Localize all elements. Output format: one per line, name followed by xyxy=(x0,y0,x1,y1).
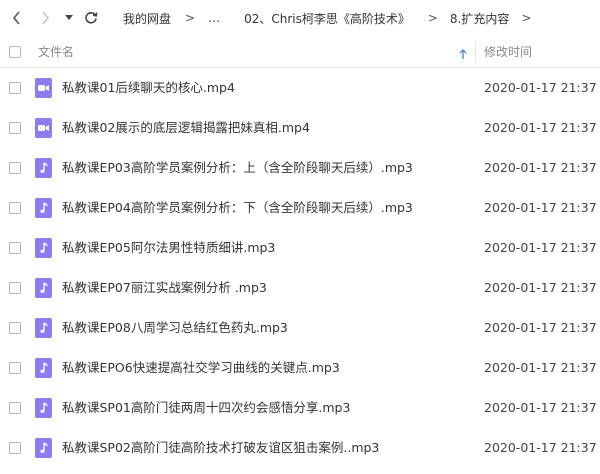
audio-file-icon xyxy=(35,358,52,378)
file-name[interactable]: 私教课EPO6快速提高社交学习曲线的关键点.mp3 xyxy=(62,348,340,388)
file-modified-time: 2020-01-17 21:37 xyxy=(484,240,597,255)
file-row[interactable]: 私教课SP02高阶门徒高阶技术打破友谊区狙击案例..mp3 2020-01-17 … xyxy=(0,428,600,468)
file-name[interactable]: 私教课01后续聊天的核心.mp4 xyxy=(62,68,235,108)
column-header-filename[interactable]: 文件名 xyxy=(38,36,74,68)
breadcrumb-course-folder[interactable]: 02、Chris柯李思《高阶技术》 xyxy=(244,10,410,27)
file-row[interactable]: 私教课EPO6快速提高社交学习曲线的关键点.mp3 2020-01-17 21:3… xyxy=(0,348,600,388)
breadcrumb-separator: > xyxy=(427,11,438,25)
file-name[interactable]: 私教课SP02高阶门徒高阶技术打破友谊区狙击案例..mp3 xyxy=(62,428,379,468)
audio-file-icon xyxy=(35,198,52,218)
back-button[interactable] xyxy=(6,7,28,29)
sort-ascending-icon[interactable] xyxy=(459,45,467,64)
forward-button[interactable] xyxy=(34,7,56,29)
file-row[interactable]: 私教课01后续聊天的核心.mp4 2020-01-17 21:37 xyxy=(0,68,600,108)
file-modified-time: 2020-01-17 21:37 xyxy=(484,440,597,455)
file-name[interactable]: 私教课EP08八周学习总结红色药丸.mp3 xyxy=(62,308,288,348)
file-row[interactable]: 私教课02展示的底层逻辑揭露把妹真相.mp4 2020-01-17 21:37 xyxy=(0,108,600,148)
audio-file-icon xyxy=(35,158,52,178)
history-dropdown-button[interactable] xyxy=(62,7,76,29)
select-all-checkbox[interactable] xyxy=(9,46,21,58)
file-row[interactable]: 私教课EP07丽江实战案例分析 .mp3 2020-01-17 21:37 xyxy=(0,268,600,308)
video-file-icon xyxy=(35,78,52,98)
refresh-icon xyxy=(85,11,98,24)
chevron-left-icon xyxy=(12,11,20,25)
file-row-checkbox[interactable] xyxy=(9,122,21,134)
file-row[interactable]: 私教课EP08八周学习总结红色药丸.mp3 2020-01-17 21:37 xyxy=(0,308,600,348)
refresh-button[interactable] xyxy=(80,7,102,29)
chevron-right-icon xyxy=(42,11,50,25)
file-name[interactable]: 私教课EP04高阶学员案例分析：下（含全阶段聊天后续）.mp3 xyxy=(62,188,413,228)
breadcrumb-separator: > xyxy=(185,11,196,25)
audio-file-icon xyxy=(35,238,52,258)
file-modified-time: 2020-01-17 21:37 xyxy=(484,160,597,175)
file-name[interactable]: 私教课SP01高阶门徒两周十四次约会感悟分享.mp3 xyxy=(62,388,350,428)
file-name[interactable]: 私教课02展示的底层逻辑揭露把妹真相.mp4 xyxy=(62,108,310,148)
file-modified-time: 2020-01-17 21:37 xyxy=(484,200,597,215)
file-row-checkbox[interactable] xyxy=(9,402,21,414)
file-modified-time: 2020-01-17 21:37 xyxy=(484,120,597,135)
audio-file-icon xyxy=(35,398,52,418)
column-header-modified[interactable]: 修改时间 xyxy=(484,36,532,68)
file-modified-time: 2020-01-17 21:37 xyxy=(484,400,597,415)
column-divider[interactable] xyxy=(475,42,476,62)
file-row-checkbox[interactable] xyxy=(9,322,21,334)
file-modified-time: 2020-01-17 21:37 xyxy=(484,360,597,375)
file-name[interactable]: 私教课EP03高阶学员案例分析：上（含全阶段聊天后续）.mp3 xyxy=(62,148,413,188)
breadcrumb-current-folder[interactable]: 8.扩充内容 xyxy=(450,10,509,27)
file-row[interactable]: 私教课EP04高阶学员案例分析：下（含全阶段聊天后续）.mp3 2020-01-1… xyxy=(0,188,600,228)
file-row[interactable]: 私教课EP05阿尔法男性特质细讲.mp3 2020-01-17 21:37 xyxy=(0,228,600,268)
video-file-icon xyxy=(35,118,52,138)
caret-down-icon xyxy=(65,15,73,20)
breadcrumb-separator: > xyxy=(521,11,532,25)
file-row-checkbox[interactable] xyxy=(9,242,21,254)
file-row-checkbox[interactable] xyxy=(9,282,21,294)
breadcrumb-ellipsis[interactable]: … xyxy=(208,11,220,25)
file-row-checkbox[interactable] xyxy=(9,82,21,94)
audio-file-icon xyxy=(35,318,52,338)
file-row[interactable]: 私教课EP03高阶学员案例分析：上（含全阶段聊天后续）.mp3 2020-01-1… xyxy=(0,148,600,188)
breadcrumb-my-drive[interactable]: 我的网盘 xyxy=(123,10,171,27)
navigation-bar: 我的网盘 > … 02、Chris柯李思《高阶技术》 > 8.扩充内容 > xyxy=(0,0,600,36)
file-row-checkbox[interactable] xyxy=(9,202,21,214)
breadcrumb: 我的网盘 > … 02、Chris柯李思《高阶技术》 > 8.扩充内容 > xyxy=(123,0,531,36)
file-row-checkbox[interactable] xyxy=(9,162,21,174)
file-name[interactable]: 私教课EP05阿尔法男性特质细讲.mp3 xyxy=(62,228,275,268)
audio-file-icon xyxy=(35,278,52,298)
file-modified-time: 2020-01-17 21:37 xyxy=(484,80,597,95)
file-modified-time: 2020-01-17 21:37 xyxy=(484,320,597,335)
file-row-checkbox[interactable] xyxy=(9,442,21,454)
file-row-checkbox[interactable] xyxy=(9,362,21,374)
audio-file-icon xyxy=(35,438,52,458)
file-modified-time: 2020-01-17 21:37 xyxy=(484,280,597,295)
file-name[interactable]: 私教课EP07丽江实战案例分析 .mp3 xyxy=(62,268,267,308)
file-list-header: 文件名 修改时间 xyxy=(0,36,600,68)
file-row[interactable]: 私教课SP01高阶门徒两周十四次约会感悟分享.mp3 2020-01-17 21:… xyxy=(0,388,600,428)
